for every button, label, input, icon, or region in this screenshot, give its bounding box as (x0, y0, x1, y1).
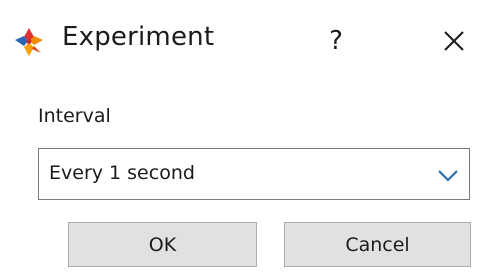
interval-selected-value: Every 1 second (49, 162, 195, 184)
dialog-title: Experiment (62, 22, 215, 52)
close-button[interactable] (425, 12, 483, 70)
title-bar: Experiment ? (0, 0, 498, 82)
ok-button[interactable]: OK (68, 222, 257, 267)
chevron-down-icon[interactable] (437, 165, 459, 185)
cancel-button[interactable]: Cancel (284, 222, 471, 267)
interval-label: Interval (38, 105, 111, 127)
experiment-dialog: Experiment ? Interval Every 1 second OK … (0, 0, 498, 273)
help-button[interactable]: ? (310, 12, 362, 70)
flower-app-icon (15, 28, 43, 56)
dialog-body: Interval Every 1 second OK Cancel (0, 82, 498, 273)
interval-combobox[interactable]: Every 1 second (38, 148, 470, 200)
close-icon (444, 31, 464, 51)
